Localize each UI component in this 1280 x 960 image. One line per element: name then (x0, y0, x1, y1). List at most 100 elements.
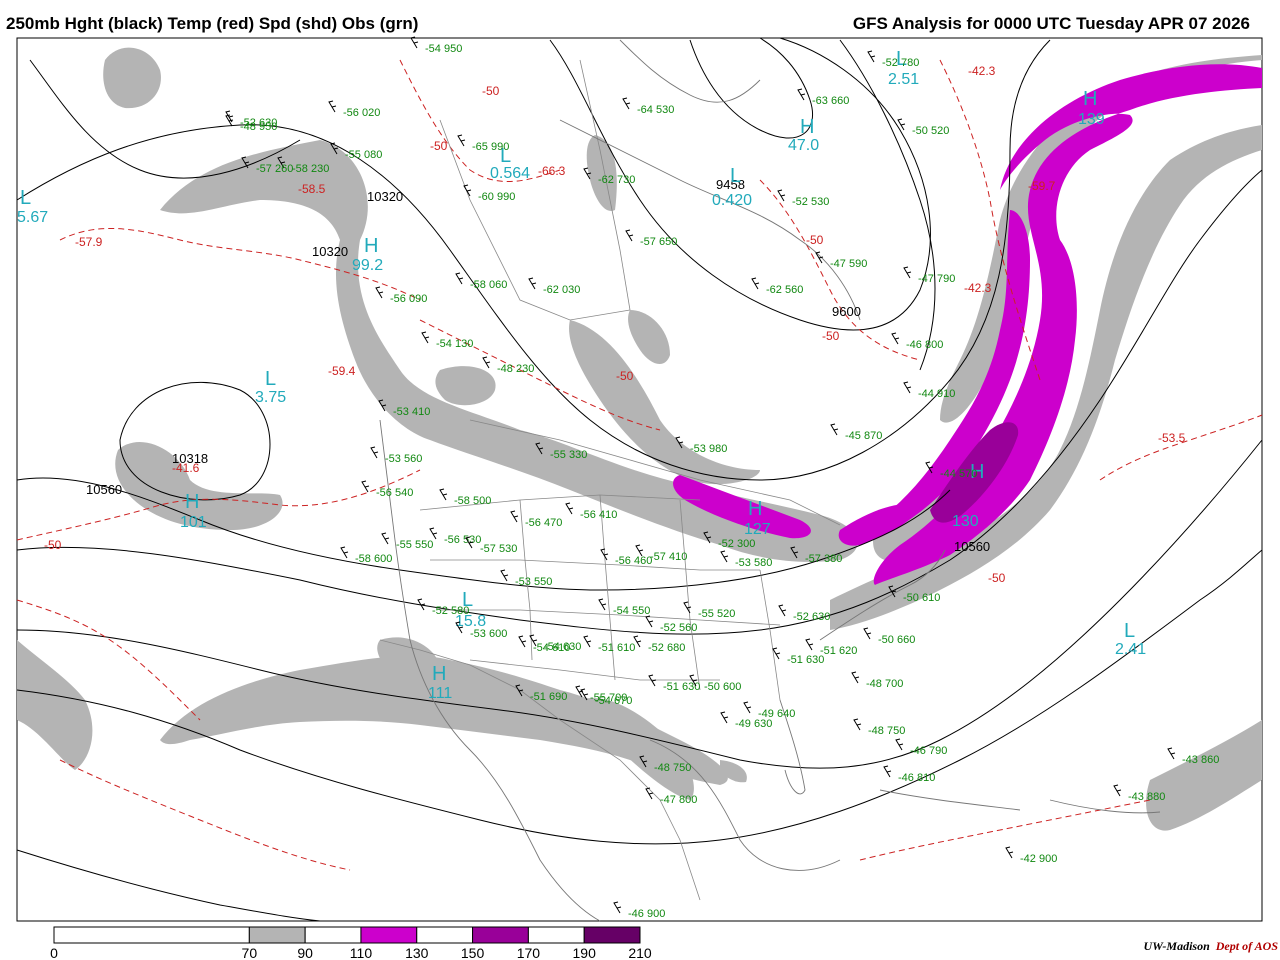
station-observation: -51 620 (820, 645, 857, 657)
station-observation: -54 550 (613, 605, 650, 617)
station-observation: -65 990 (472, 141, 509, 153)
speed-center-value: 111 (428, 685, 452, 702)
colorbar-tick-label: 150 (461, 945, 485, 960)
station-observation: -57 410 (650, 551, 687, 563)
station-observation: -54 950 (425, 43, 462, 55)
station-observation: -44 910 (918, 388, 955, 400)
station-observation: -57 530 (480, 543, 517, 555)
colorbar-bin (583, 926, 641, 944)
station-observation: -48 750 (654, 762, 691, 774)
colorbar-tick-label: 110 (350, 945, 373, 960)
station-observation: -48 750 (868, 725, 905, 737)
speed-center-value: 5.67 (17, 209, 48, 226)
height-label: 10320 (312, 244, 348, 259)
colorbar-tick-label: 0 (50, 945, 58, 960)
speed-center-letter: H (432, 663, 446, 685)
station-observation: -53 980 (690, 443, 727, 455)
station-observation: -64 530 (637, 104, 674, 116)
station-observation: -62 030 (543, 284, 580, 296)
credit-dept: Dept of AOS (1215, 939, 1278, 953)
station-observation: -43 880 (1128, 791, 1165, 803)
speed-center-letter: H (748, 498, 762, 520)
station-observation: -57 650 (640, 236, 677, 248)
station-observation: -43 860 (1182, 754, 1219, 766)
speed-center-value: 139 (1078, 111, 1105, 128)
speed-center-value: 101 (180, 514, 207, 531)
station-observation: -60 990 (478, 191, 515, 203)
station-observation: -51 690 (530, 691, 567, 703)
weather-map: 10320 10320 10318 10560 9458 9600 10560 … (16, 36, 1263, 960)
station-observation: -54 630 (544, 641, 581, 653)
station-observation: -58 230 (292, 163, 329, 175)
station-observation: -62 730 (598, 174, 635, 186)
station-observation: -53 550 (515, 576, 552, 588)
station-observation: -52 630 (793, 611, 830, 623)
temperature-label: -50 (806, 233, 824, 247)
station-observation: -56 460 (615, 555, 652, 567)
station-observation: -62 560 (766, 284, 803, 296)
station-observation: -55 080 (345, 149, 382, 161)
station-observation: -46 800 (906, 339, 943, 351)
colorbar-bin (360, 926, 418, 944)
station-observation: -50 520 (912, 125, 949, 137)
temperature-label: -58.5 (298, 182, 326, 196)
colorbar-bin (527, 926, 585, 944)
speed-center-letter: L (730, 165, 741, 187)
station-observation: -56 090 (390, 293, 427, 305)
station-observation: -47 790 (918, 273, 955, 285)
station-observation: -47 800 (660, 794, 697, 806)
speed-center-value: 47.0 (788, 137, 819, 154)
speed-center-value: 2.41 (1115, 641, 1146, 658)
speed-center-letter: L (20, 187, 31, 209)
speed-center-value: 99.2 (352, 257, 383, 274)
temperature-label: -57.9 (75, 235, 103, 249)
height-label: 9600 (832, 304, 861, 319)
station-observation: -52 680 (648, 642, 685, 654)
station-observation: -44 570 (940, 468, 977, 480)
colorbar-tick-label: 170 (517, 945, 541, 960)
speed-center-letter: H (800, 116, 814, 138)
colorbar-bin (472, 926, 529, 944)
colorbar-bin (416, 926, 474, 944)
temperature-label: -42.3 (968, 64, 996, 78)
temperature-label: -50 (616, 369, 634, 383)
speed-center-value: 3.75 (255, 389, 286, 406)
speed-center-letter: L (1124, 620, 1135, 642)
speed-center-letter: L (265, 368, 276, 390)
temperature-label: -50 (988, 571, 1006, 585)
temperature-label: -41.6 (172, 461, 200, 475)
station-observation: -52 300 (718, 538, 755, 550)
station-observation: -53 560 (385, 453, 422, 465)
station-observation: -46 900 (628, 908, 665, 920)
temperature-label: -50 (44, 538, 62, 552)
speed-center-value: 0.564 (490, 165, 530, 182)
colorbar-tick-label: 210 (628, 945, 652, 960)
station-observation: -55 550 (396, 539, 433, 551)
station-observation: -47 590 (830, 258, 867, 270)
colorbar-tick-label: 130 (405, 945, 429, 960)
station-observation: -53 580 (735, 557, 772, 569)
station-observation: -48 230 (497, 363, 534, 375)
speed-center-value: 2.51 (888, 71, 919, 88)
speed-center-letter: H (364, 235, 378, 257)
speed-colorbar: 0 70 90 110 130 150 170 190 210 (50, 926, 652, 960)
station-observation: -52 560 (660, 622, 697, 634)
temperature-label: -66.3 (538, 164, 566, 178)
station-observation: -52 780 (882, 57, 919, 69)
height-label: 10320 (367, 189, 403, 204)
station-observation: -53 600 (470, 628, 507, 640)
station-observation: -56 410 (580, 509, 617, 521)
speed-center-letter: H (185, 491, 199, 513)
station-observation: -55 700 (590, 692, 627, 704)
station-observation: -53 410 (393, 406, 430, 418)
station-observation: -51 630 (787, 654, 824, 666)
speed-center-value: 0.420 (712, 192, 752, 209)
station-observation: -54 130 (436, 338, 473, 350)
station-observation: -50 610 (903, 592, 940, 604)
colorbar-bin (248, 926, 306, 944)
station-observation: -56 470 (525, 517, 562, 529)
colorbar-tick-label: 90 (297, 945, 313, 960)
station-observation: -42 900 (1020, 853, 1057, 865)
temperature-label: -42.3 (964, 281, 992, 295)
speed-center-value: 127 (744, 521, 771, 538)
